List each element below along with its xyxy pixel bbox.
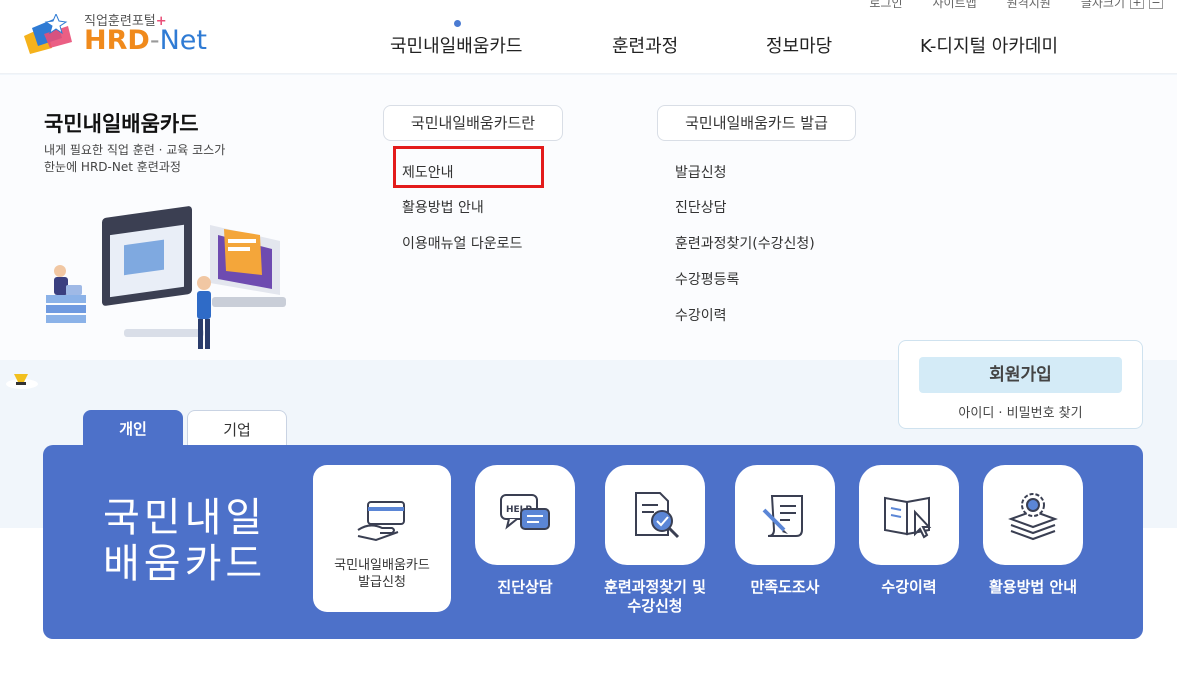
utility-menu: 로그인 사이트맵 원격지원 글자크기 + − [839, 0, 1163, 10]
highlight-annotation-box [393, 146, 544, 188]
join-button[interactable]: 회원가입 [919, 357, 1122, 393]
document-search-icon [635, 492, 680, 539]
card-issue-heading[interactable]: 국민내일배움카드 발급 [657, 105, 856, 141]
panel-title: 국민내일 배움카드 [103, 495, 267, 587]
service-survey[interactable] [735, 465, 835, 565]
survey-scroll-icon [762, 495, 803, 537]
service-course-history[interactable] [859, 465, 959, 565]
book-cursor-icon [884, 496, 932, 539]
help-chat-icon: HELP [500, 494, 550, 530]
remote-support-link[interactable]: 원격지원 [1007, 0, 1051, 10]
mega-menu-description: 내게 필요한 직업 훈련 · 교육 코스가 한눈에 HRD-Net 훈련과정 [44, 143, 226, 174]
font-increase-button[interactable]: + [1130, 0, 1144, 9]
font-decrease-button[interactable]: − [1149, 0, 1163, 9]
site-header: 직업훈련포털+ HRD-Net 로그인 사이트맵 원격지원 글자크기 + − 국… [0, 0, 1177, 74]
nav-training[interactable]: 훈련과정 [612, 32, 678, 58]
service-label: 활용방법 안내 [988, 578, 1078, 596]
nav-card[interactable]: 국민내일배움카드 [390, 32, 522, 58]
issue-apply-link[interactable]: 발급신청 [675, 162, 727, 182]
card-about-heading[interactable]: 국민내일배움카드란 [383, 105, 563, 141]
service-card-issue[interactable]: 국민내일배움카드 발급신청 [313, 465, 451, 612]
service-usage-guide[interactable] [983, 465, 1083, 565]
mega-menu-dropdown: 국민내일배움카드 내게 필요한 직업 훈련 · 교육 코스가 한눈에 HRD-N… [0, 75, 1177, 360]
font-size-control: 글자크기 + − [1081, 0, 1163, 10]
sitemap-link[interactable]: 사이트맵 [932, 0, 976, 10]
diagnosis-consult-link[interactable]: 진단상담 [675, 197, 727, 217]
course-history-link[interactable]: 수강이력 [675, 305, 727, 325]
gear-stack-icon [1008, 493, 1058, 541]
review-register-link[interactable]: 수강평등록 [675, 269, 739, 289]
nav-k-digital[interactable]: K-디지털 아카데미 [920, 32, 1058, 58]
course-search-link[interactable]: 훈련과정찾기(수강신청) [675, 233, 815, 253]
card-hand-icon [357, 500, 405, 541]
main-navigation: 국민내일배움카드 훈련과정 정보마당 K-디지털 아카데미 [0, 32, 1177, 60]
tab-personal[interactable]: 개인 [83, 410, 183, 446]
service-course-search[interactable] [605, 465, 705, 565]
font-size-label: 글자크기 [1080, 0, 1125, 10]
nav-info[interactable]: 정보마당 [766, 32, 832, 58]
service-diagnosis[interactable]: HELP [475, 465, 575, 565]
member-box: 회원가입 아이디 · 비밀번호 찾기 [898, 340, 1143, 429]
card-service-panel: 국민내일 배움카드 국민내일배움카드 발급신청 HELP 진단상담 훈련과정찾기… [43, 445, 1143, 639]
login-link[interactable]: 로그인 [869, 0, 902, 10]
service-label: 국민내일배움카드 발급신청 [334, 558, 430, 590]
manual-download-link[interactable]: 이용매뉴얼 다운로드 [402, 233, 522, 253]
tab-company[interactable]: 기업 [187, 410, 287, 446]
find-id-password-link[interactable]: 아이디 · 비밀번호 찾기 [899, 402, 1142, 421]
computer-illustration [46, 206, 286, 349]
active-nav-indicator [454, 20, 461, 27]
mega-menu-title: 국민내일배움카드 [44, 112, 199, 136]
usage-guide-link[interactable]: 활용방법 안내 [402, 197, 484, 217]
lamp-decoration-icon [6, 374, 38, 389]
